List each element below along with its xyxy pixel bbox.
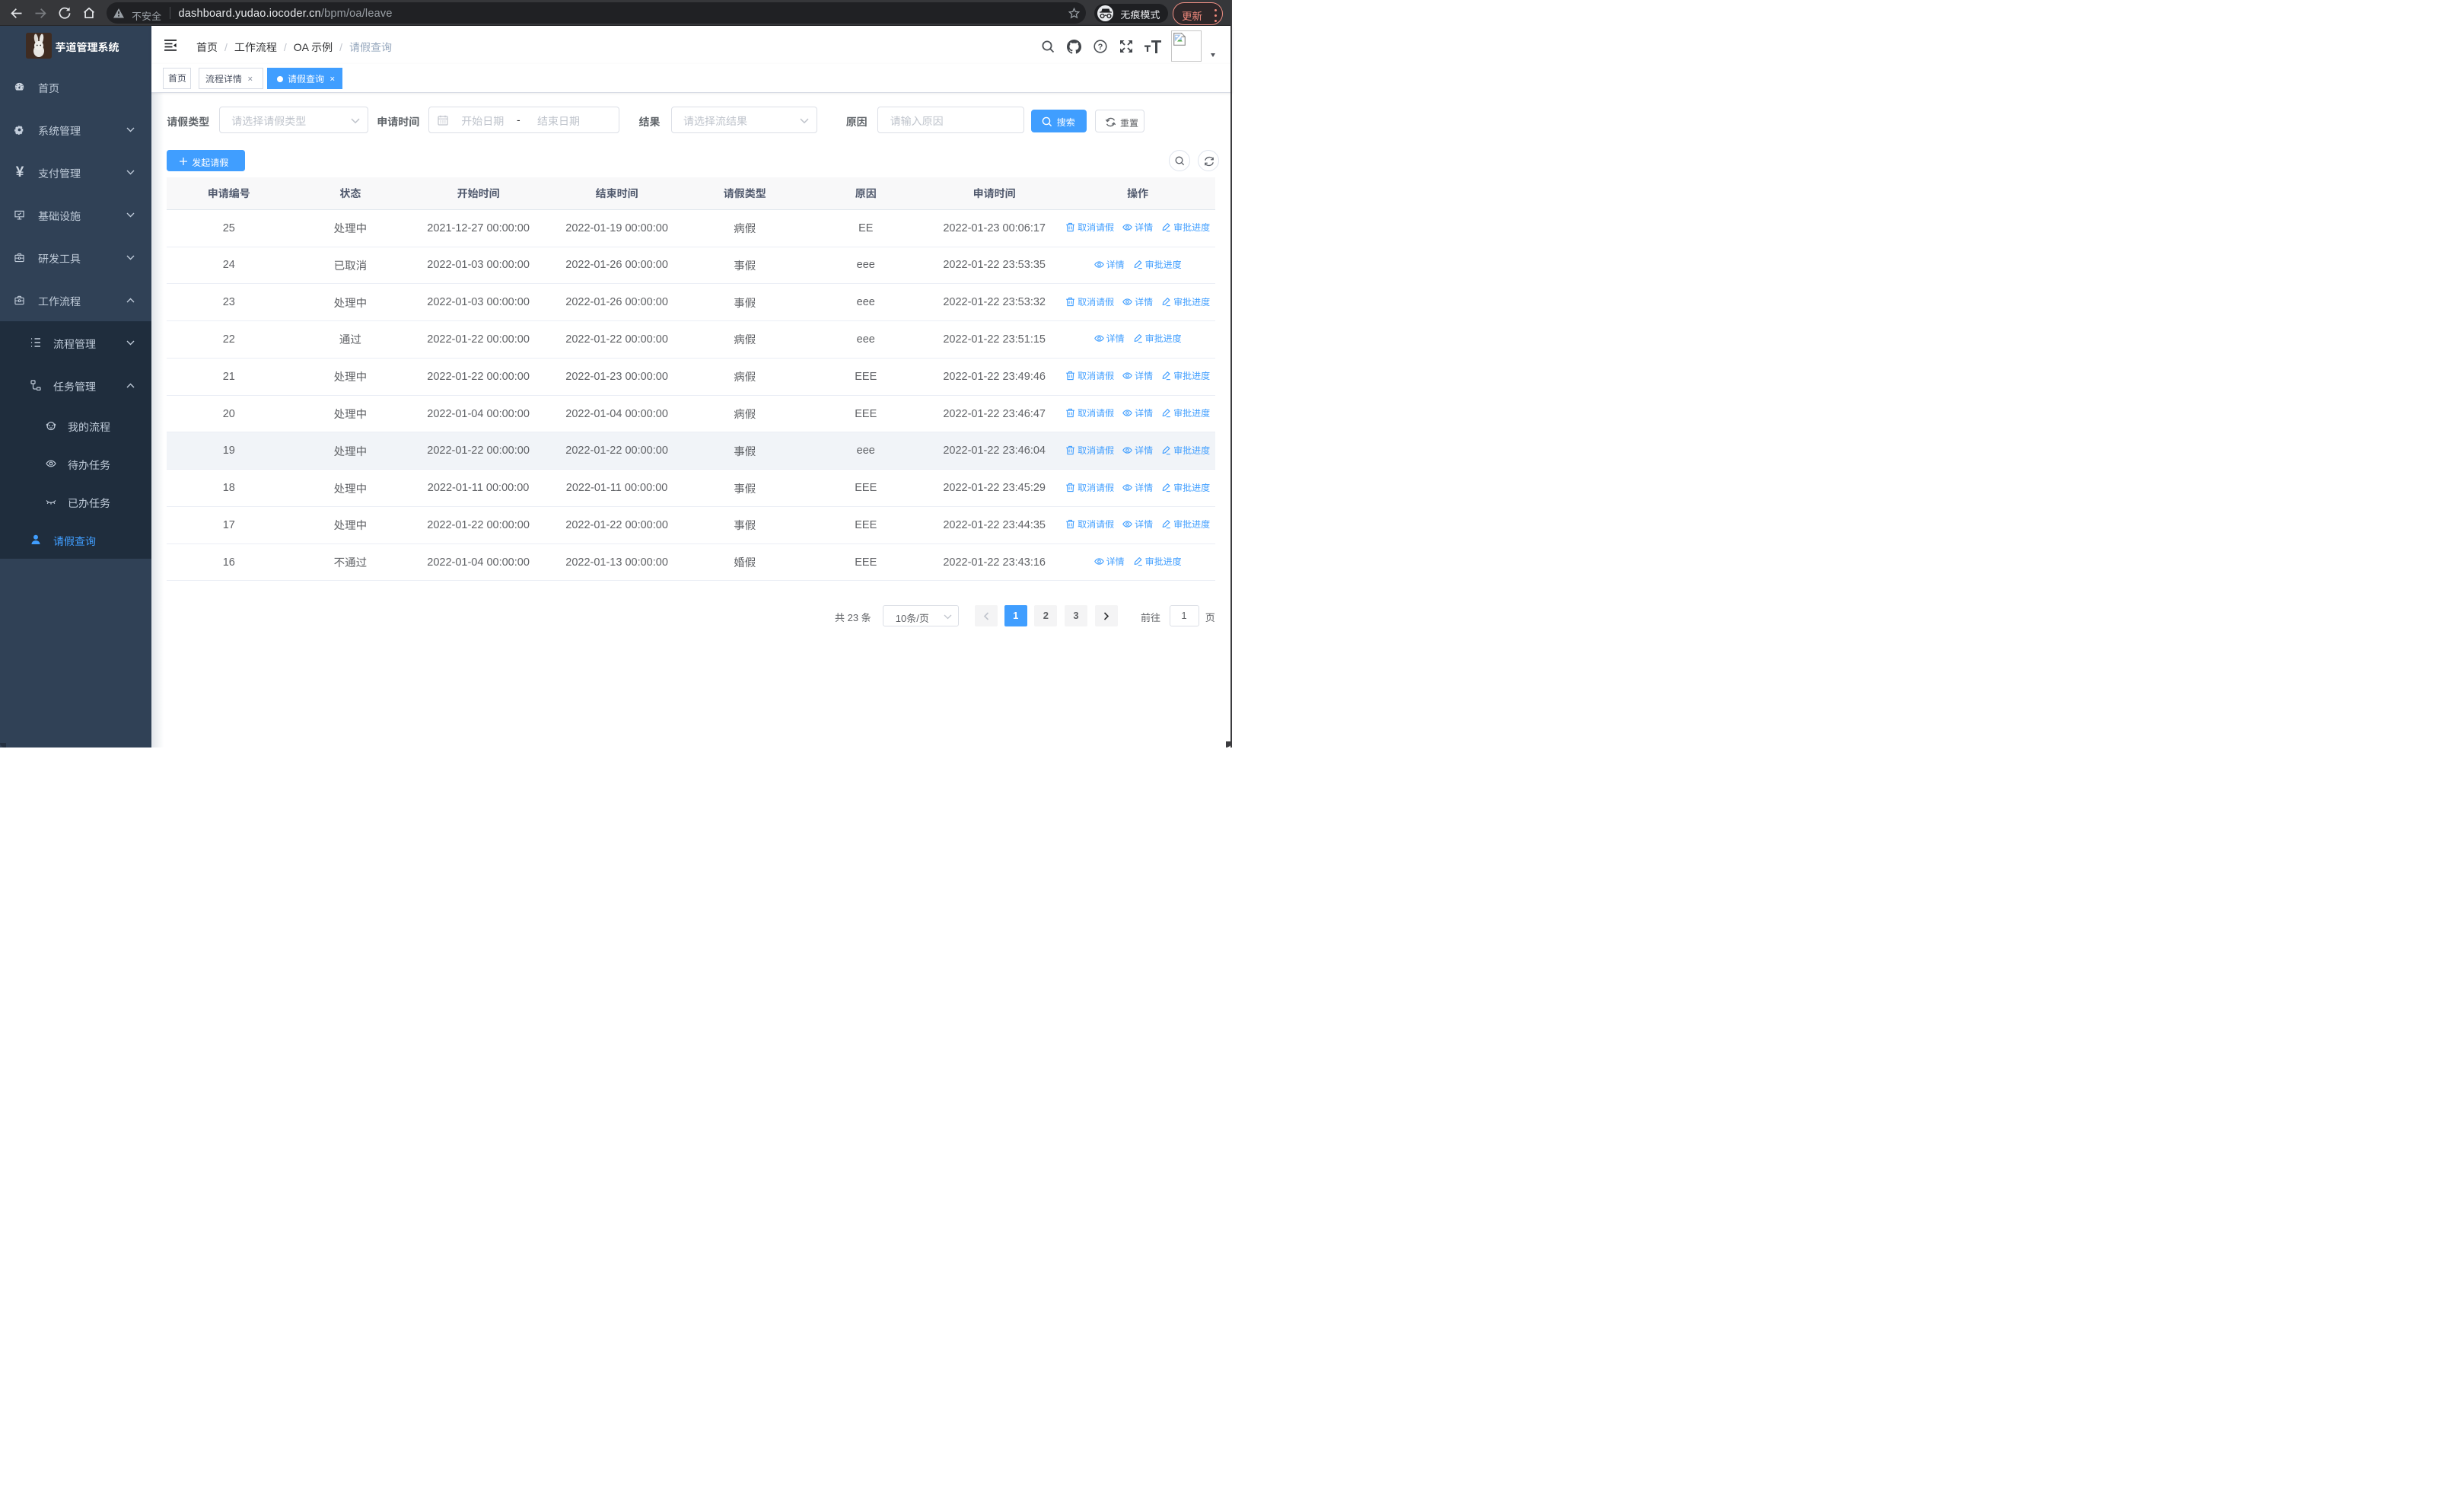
svg-text:?: ? xyxy=(1098,43,1103,52)
